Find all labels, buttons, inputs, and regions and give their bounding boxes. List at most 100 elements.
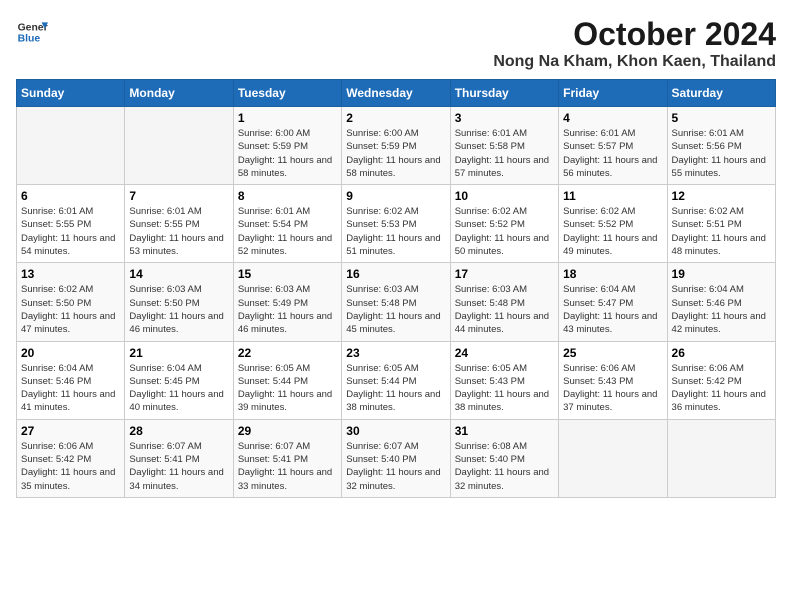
calendar-day-cell: 13Sunrise: 6:02 AM Sunset: 5:50 PM Dayli… (17, 263, 125, 341)
day-info: Sunrise: 6:01 AM Sunset: 5:55 PM Dayligh… (21, 205, 120, 258)
calendar-day-cell: 21 Sunrise: 6:04 AM Sunset: 5:45 PM Dayli… (125, 341, 233, 419)
title-area: October 2024 Nong Na Kham, Khon Kaen, Th… (493, 16, 776, 71)
calendar-header-cell: Monday (125, 80, 233, 107)
calendar-day-cell: 14Sunrise: 6:03 AM Sunset: 5:50 PM Dayli… (125, 263, 233, 341)
day-info: Sunrise: 6:07 AM Sunset: 5:41 PM Dayligh… (129, 440, 228, 493)
day-number: 8 (238, 189, 337, 203)
day-info: Sunrise: 6:07 AM Sunset: 5:40 PM Dayligh… (346, 440, 445, 493)
header: General Blue October 2024 Nong Na Kham, … (16, 16, 776, 71)
day-number: 21 (129, 346, 228, 360)
day-info: Sunrise: 6:02 AM Sunset: 5:53 PM Dayligh… (346, 205, 445, 258)
calendar-day-cell: 19Sunrise: 6:04 AM Sunset: 5:46 PM Dayli… (667, 263, 775, 341)
calendar-day-cell: 9 Sunrise: 6:02 AM Sunset: 5:53 PM Daylig… (342, 185, 450, 263)
calendar-header-cell: Thursday (450, 80, 558, 107)
calendar-day-cell: 22 Sunrise: 6:05 AM Sunset: 5:44 PM Dayli… (233, 341, 341, 419)
calendar-day-cell: 25Sunrise: 6:06 AM Sunset: 5:43 PM Dayli… (559, 341, 667, 419)
day-number: 10 (455, 189, 554, 203)
day-number: 9 (346, 189, 445, 203)
calendar-header-cell: Sunday (17, 80, 125, 107)
day-info: Sunrise: 6:06 AM Sunset: 5:43 PM Dayligh… (563, 362, 662, 415)
calendar-week-row: 13Sunrise: 6:02 AM Sunset: 5:50 PM Dayli… (17, 263, 776, 341)
day-number: 3 (455, 111, 554, 125)
day-number: 6 (21, 189, 120, 203)
day-info: Sunrise: 6:01 AM Sunset: 5:58 PM Dayligh… (455, 127, 554, 180)
calendar-day-cell: 6 Sunrise: 6:01 AM Sunset: 5:55 PM Daylig… (17, 185, 125, 263)
calendar-day-cell: 29Sunrise: 6:07 AM Sunset: 5:41 PM Dayli… (233, 419, 341, 497)
calendar-week-row: 20Sunrise: 6:04 AM Sunset: 5:46 PM Dayli… (17, 341, 776, 419)
day-number: 27 (21, 424, 120, 438)
day-info: Sunrise: 6:05 AM Sunset: 5:44 PM Dayligh… (238, 362, 337, 415)
day-number: 22 (238, 346, 337, 360)
calendar-day-cell: 11 Sunrise: 6:02 AM Sunset: 5:52 PM Dayli… (559, 185, 667, 263)
calendar-day-cell: 12 Sunrise: 6:02 AM Sunset: 5:51 PM Dayli… (667, 185, 775, 263)
day-info: Sunrise: 6:02 AM Sunset: 5:51 PM Dayligh… (672, 205, 771, 258)
calendar-day-cell: 5 Sunrise: 6:01 AM Sunset: 5:56 PM Daylig… (667, 107, 775, 185)
calendar-day-cell (667, 419, 775, 497)
day-info: Sunrise: 6:08 AM Sunset: 5:40 PM Dayligh… (455, 440, 554, 493)
calendar-day-cell: 27 Sunrise: 6:06 AM Sunset: 5:42 PM Dayli… (17, 419, 125, 497)
calendar-body: 1 Sunrise: 6:00 AM Sunset: 5:59 PM Daylig… (17, 107, 776, 498)
calendar-day-cell: 4 Sunrise: 6:01 AM Sunset: 5:57 PM Daylig… (559, 107, 667, 185)
calendar-header-cell: Wednesday (342, 80, 450, 107)
day-number: 29 (238, 424, 337, 438)
day-info: Sunrise: 6:04 AM Sunset: 5:45 PM Dayligh… (129, 362, 228, 415)
day-info: Sunrise: 6:01 AM Sunset: 5:56 PM Dayligh… (672, 127, 771, 180)
day-info: Sunrise: 6:04 AM Sunset: 5:46 PM Dayligh… (21, 362, 120, 415)
day-info: Sunrise: 6:04 AM Sunset: 5:47 PM Dayligh… (563, 283, 662, 336)
day-number: 23 (346, 346, 445, 360)
day-number: 14 (129, 267, 228, 281)
calendar-header-row: SundayMondayTuesdayWednesdayThursdayFrid… (17, 80, 776, 107)
day-info: Sunrise: 6:01 AM Sunset: 5:57 PM Dayligh… (563, 127, 662, 180)
day-number: 16 (346, 267, 445, 281)
day-info: Sunrise: 6:00 AM Sunset: 5:59 PM Dayligh… (346, 127, 445, 180)
logo-icon: General Blue (16, 16, 48, 48)
day-info: Sunrise: 6:01 AM Sunset: 5:55 PM Dayligh… (129, 205, 228, 258)
svg-text:Blue: Blue (18, 34, 41, 45)
calendar-day-cell: 8 Sunrise: 6:01 AM Sunset: 5:54 PM Daylig… (233, 185, 341, 263)
day-number: 31 (455, 424, 554, 438)
calendar-day-cell: 28 Sunrise: 6:07 AM Sunset: 5:41 PM Dayli… (125, 419, 233, 497)
day-number: 7 (129, 189, 228, 203)
calendar-day-cell: 15Sunrise: 6:03 AM Sunset: 5:49 PM Dayli… (233, 263, 341, 341)
day-number: 24 (455, 346, 554, 360)
day-info: Sunrise: 6:03 AM Sunset: 5:48 PM Dayligh… (346, 283, 445, 336)
calendar-header-cell: Friday (559, 80, 667, 107)
day-info: Sunrise: 6:06 AM Sunset: 5:42 PM Dayligh… (672, 362, 771, 415)
calendar-week-row: 6 Sunrise: 6:01 AM Sunset: 5:55 PM Daylig… (17, 185, 776, 263)
calendar-day-cell: 1 Sunrise: 6:00 AM Sunset: 5:59 PM Daylig… (233, 107, 341, 185)
day-info: Sunrise: 6:00 AM Sunset: 5:59 PM Dayligh… (238, 127, 337, 180)
calendar-day-cell: 10 Sunrise: 6:02 AM Sunset: 5:52 PM Dayli… (450, 185, 558, 263)
day-number: 1 (238, 111, 337, 125)
day-number: 5 (672, 111, 771, 125)
day-info: Sunrise: 6:06 AM Sunset: 5:42 PM Dayligh… (21, 440, 120, 493)
day-number: 19 (672, 267, 771, 281)
day-number: 18 (563, 267, 662, 281)
calendar-day-cell: 20Sunrise: 6:04 AM Sunset: 5:46 PM Dayli… (17, 341, 125, 419)
day-number: 17 (455, 267, 554, 281)
day-info: Sunrise: 6:02 AM Sunset: 5:52 PM Dayligh… (563, 205, 662, 258)
calendar-week-row: 1 Sunrise: 6:00 AM Sunset: 5:59 PM Daylig… (17, 107, 776, 185)
calendar-day-cell: 31 Sunrise: 6:08 AM Sunset: 5:40 PM Dayli… (450, 419, 558, 497)
day-number: 4 (563, 111, 662, 125)
day-number: 28 (129, 424, 228, 438)
day-number: 30 (346, 424, 445, 438)
calendar-day-cell: 18 Sunrise: 6:04 AM Sunset: 5:47 PM Dayli… (559, 263, 667, 341)
day-info: Sunrise: 6:05 AM Sunset: 5:43 PM Dayligh… (455, 362, 554, 415)
calendar-day-cell: 26Sunrise: 6:06 AM Sunset: 5:42 PM Dayli… (667, 341, 775, 419)
month-title: October 2024 (493, 16, 776, 53)
day-number: 11 (563, 189, 662, 203)
day-number: 12 (672, 189, 771, 203)
calendar-day-cell: 3 Sunrise: 6:01 AM Sunset: 5:58 PM Daylig… (450, 107, 558, 185)
location-title: Nong Na Kham, Khon Kaen, Thailand (493, 53, 776, 71)
calendar-header-cell: Tuesday (233, 80, 341, 107)
day-info: Sunrise: 6:02 AM Sunset: 5:52 PM Dayligh… (455, 205, 554, 258)
day-info: Sunrise: 6:05 AM Sunset: 5:44 PM Dayligh… (346, 362, 445, 415)
day-info: Sunrise: 6:03 AM Sunset: 5:48 PM Dayligh… (455, 283, 554, 336)
calendar-week-row: 27 Sunrise: 6:06 AM Sunset: 5:42 PM Dayli… (17, 419, 776, 497)
day-number: 2 (346, 111, 445, 125)
calendar-day-cell: 16 Sunrise: 6:03 AM Sunset: 5:48 PM Dayli… (342, 263, 450, 341)
calendar-day-cell: 2 Sunrise: 6:00 AM Sunset: 5:59 PM Daylig… (342, 107, 450, 185)
calendar-day-cell (17, 107, 125, 185)
calendar-day-cell: 7 Sunrise: 6:01 AM Sunset: 5:55 PM Daylig… (125, 185, 233, 263)
day-info: Sunrise: 6:01 AM Sunset: 5:54 PM Dayligh… (238, 205, 337, 258)
